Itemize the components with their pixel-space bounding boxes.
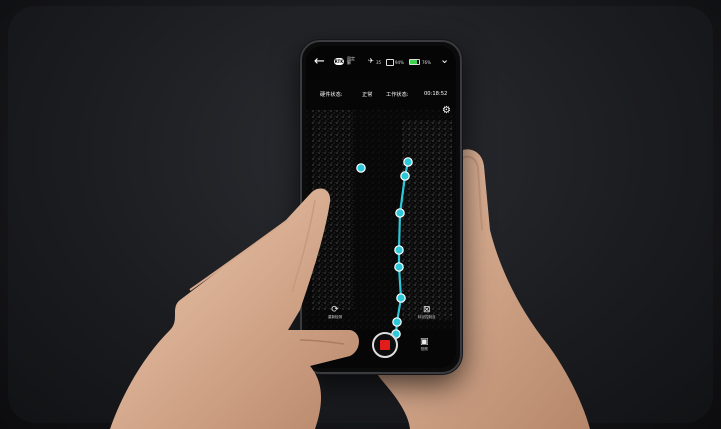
photo-control[interactable]: ▣ 拍照 — [420, 338, 429, 352]
satellite-icon: ✈ — [368, 57, 374, 65]
gear-icon[interactable]: ⚙ — [442, 106, 451, 116]
mark-icon: ⊠ — [422, 305, 431, 315]
stop-record-icon — [380, 340, 390, 350]
back-arrow-icon[interactable]: ← — [314, 55, 325, 68]
photo-label: 拍照 — [420, 347, 428, 351]
work-time: 00:18:52 — [424, 91, 448, 97]
stop-record-button[interactable] — [372, 332, 398, 358]
rtk-label: 固定 解 — [347, 56, 355, 65]
info-bar: 硬件状态: 正常 工作状态: 00:18:52 — [306, 88, 456, 100]
work-status-label: 工作状态: — [386, 92, 409, 98]
phone-battery-value: 76% — [422, 60, 431, 65]
device-battery-value: 94% — [395, 60, 404, 65]
status-bar: ← RTK 固定 解 ✈ 35 94% 76% ⌄ — [306, 46, 456, 78]
background: ← RTK 固定 解 ✈ 35 94% 76% ⌄ 硬件状态: 正常 工作状态:… — [0, 0, 721, 429]
phone-battery-icon — [409, 59, 420, 65]
rtk-badge: RTK — [334, 58, 344, 65]
mark-control-point[interactable]: ⊠ 标记控制点 — [418, 306, 436, 320]
pointing-hand — [110, 188, 359, 429]
device-battery-icon — [386, 59, 394, 66]
double-chevron-down-icon[interactable]: ⌄ — [440, 53, 449, 66]
mark-label: 标记控制点 — [418, 315, 436, 319]
satellite-count: 35 — [376, 60, 382, 65]
camera-icon: ▣ — [420, 337, 429, 347]
hardware-status-value: 正常 — [362, 92, 373, 98]
hardware-status-label: 硬件状态: — [320, 92, 343, 98]
